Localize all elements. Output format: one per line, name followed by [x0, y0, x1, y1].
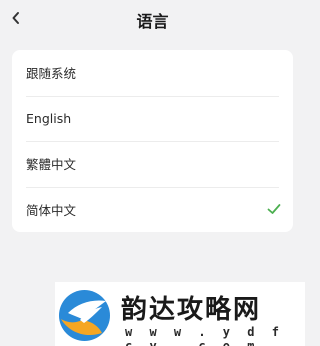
language-label: English	[26, 110, 72, 126]
language-label: 简体中文	[26, 202, 77, 218]
language-option-system[interactable]: 跟随系统	[12, 50, 293, 96]
language-option-english[interactable]: English	[12, 95, 293, 142]
page-title: 语言	[136, 12, 169, 31]
bird-logo-icon	[59, 290, 110, 341]
language-list: 跟随系统 English 繁體中文 简体中文	[12, 50, 293, 232]
watermark-name: 韵达攻略网	[121, 295, 262, 325]
language-label: 跟随系统	[26, 66, 77, 82]
header: 语言	[0, 0, 305, 38]
language-option-simplified-chinese[interactable]: 简体中文	[12, 186, 293, 233]
checkmark-icon	[267, 204, 281, 215]
watermark: 韵达攻略网 w w w . y d f c y . c o m	[55, 282, 305, 346]
language-option-traditional-chinese[interactable]: 繁體中文	[12, 141, 293, 187]
watermark-url: w w w . y d f c y . c o m	[125, 325, 284, 346]
language-label: 繁體中文	[26, 157, 77, 173]
